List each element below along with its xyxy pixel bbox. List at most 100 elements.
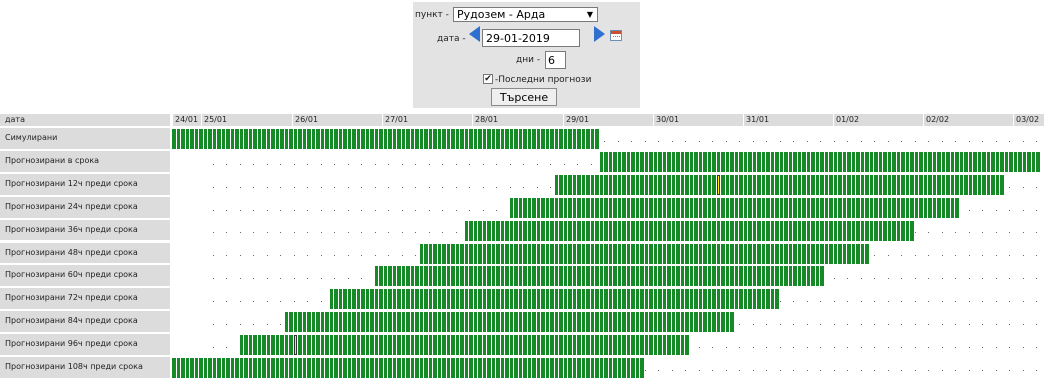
data-slot[interactable]	[383, 129, 387, 149]
data-slot[interactable]	[199, 129, 203, 149]
data-slot[interactable]	[374, 312, 378, 333]
data-slot[interactable]	[482, 266, 486, 287]
data-slot[interactable]	[302, 358, 306, 378]
data-slot[interactable]	[860, 220, 864, 241]
data-slot[interactable]	[730, 220, 734, 241]
data-slot[interactable]	[464, 358, 468, 378]
data-slot[interactable]	[680, 151, 684, 172]
data-slot[interactable]	[527, 289, 531, 310]
data-slot[interactable]	[527, 243, 531, 264]
data-slot[interactable]	[361, 129, 365, 149]
data-slot[interactable]	[464, 266, 468, 287]
data-slot[interactable]	[883, 151, 887, 172]
data-slot[interactable]	[523, 266, 527, 287]
data-slot[interactable]	[622, 174, 626, 195]
data-slot[interactable]	[370, 335, 374, 356]
data-slot[interactable]	[1036, 151, 1040, 172]
data-slot[interactable]	[793, 197, 797, 218]
data-slot[interactable]	[613, 266, 617, 287]
data-slot[interactable]	[910, 220, 914, 241]
data-slot[interactable]	[343, 129, 347, 149]
data-slot[interactable]	[743, 266, 747, 287]
data-slot[interactable]	[590, 335, 594, 356]
data-slot[interactable]	[307, 358, 311, 378]
data-slot[interactable]	[788, 174, 792, 195]
data-slot[interactable]	[923, 197, 927, 218]
data-slot[interactable]	[473, 129, 477, 149]
data-slot[interactable]	[824, 220, 828, 241]
data-slot[interactable]	[770, 243, 774, 264]
data-slot[interactable]	[595, 289, 599, 310]
data-slot[interactable]	[752, 289, 756, 310]
data-slot[interactable]	[536, 243, 540, 264]
data-slot[interactable]	[374, 129, 378, 149]
data-slot[interactable]	[721, 220, 725, 241]
data-slot[interactable]	[608, 312, 612, 333]
data-slot[interactable]	[734, 266, 738, 287]
data-slot[interactable]	[176, 358, 180, 378]
data-slot[interactable]	[752, 220, 756, 241]
data-slot[interactable]	[757, 174, 761, 195]
data-slot[interactable]	[428, 335, 432, 356]
highlighted-slot[interactable]	[293, 335, 297, 356]
data-slot[interactable]	[860, 151, 864, 172]
data-slot[interactable]	[689, 243, 693, 264]
data-slot[interactable]	[509, 197, 513, 218]
data-slot[interactable]	[541, 335, 545, 356]
data-slot[interactable]	[689, 197, 693, 218]
data-slot[interactable]	[784, 266, 788, 287]
data-slot[interactable]	[649, 174, 653, 195]
data-slot[interactable]	[590, 129, 594, 149]
data-slot[interactable]	[892, 151, 896, 172]
data-slot[interactable]	[838, 243, 842, 264]
data-slot[interactable]	[572, 335, 576, 356]
data-slot[interactable]	[595, 266, 599, 287]
data-slot[interactable]	[703, 151, 707, 172]
data-slot[interactable]	[725, 312, 729, 333]
data-slot[interactable]	[577, 129, 581, 149]
data-slot[interactable]	[487, 312, 491, 333]
data-slot[interactable]	[527, 266, 531, 287]
data-slot[interactable]	[316, 129, 320, 149]
data-slot[interactable]	[532, 358, 536, 378]
data-slot[interactable]	[703, 243, 707, 264]
data-slot[interactable]	[554, 289, 558, 310]
data-slot[interactable]	[595, 129, 599, 149]
data-slot[interactable]	[482, 289, 486, 310]
data-slot[interactable]	[388, 266, 392, 287]
data-slot[interactable]	[640, 289, 644, 310]
data-slot[interactable]	[491, 312, 495, 333]
data-slot[interactable]	[1022, 151, 1026, 172]
data-slot[interactable]	[455, 266, 459, 287]
data-slot[interactable]	[419, 129, 423, 149]
data-slot[interactable]	[473, 312, 477, 333]
data-slot[interactable]	[338, 358, 342, 378]
data-slot[interactable]	[874, 197, 878, 218]
data-slot[interactable]	[590, 220, 594, 241]
data-slot[interactable]	[271, 129, 275, 149]
data-slot[interactable]	[991, 151, 995, 172]
data-slot[interactable]	[347, 358, 351, 378]
data-slot[interactable]	[667, 174, 671, 195]
data-slot[interactable]	[392, 358, 396, 378]
data-slot[interactable]	[604, 312, 608, 333]
data-slot[interactable]	[1000, 174, 1004, 195]
data-slot[interactable]	[487, 220, 491, 241]
data-slot[interactable]	[698, 220, 702, 241]
data-slot[interactable]	[415, 335, 419, 356]
data-slot[interactable]	[716, 266, 720, 287]
data-slot[interactable]	[608, 335, 612, 356]
data-slot[interactable]	[766, 243, 770, 264]
data-slot[interactable]	[671, 289, 675, 310]
data-slot[interactable]	[869, 151, 873, 172]
data-slot[interactable]	[280, 358, 284, 378]
data-slot[interactable]	[392, 289, 396, 310]
data-slot[interactable]	[365, 358, 369, 378]
data-slot[interactable]	[478, 358, 482, 378]
data-slot[interactable]	[635, 151, 639, 172]
data-slot[interactable]	[568, 335, 572, 356]
data-slot[interactable]	[527, 220, 531, 241]
data-slot[interactable]	[644, 266, 648, 287]
data-slot[interactable]	[824, 197, 828, 218]
data-slot[interactable]	[419, 266, 423, 287]
